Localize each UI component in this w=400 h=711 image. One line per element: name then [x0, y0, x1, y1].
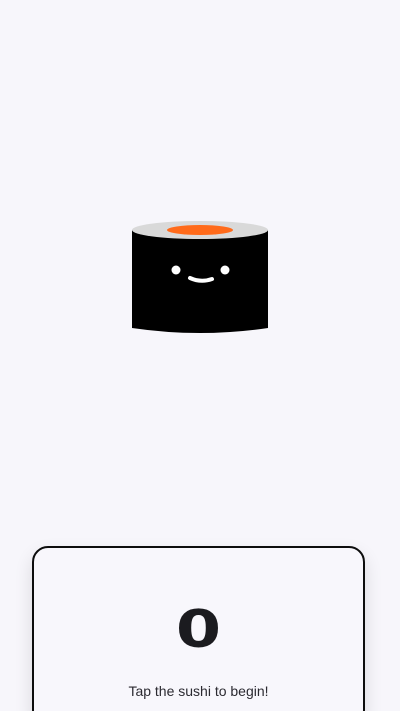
- app-screen: 0 Tap the sushi to begin!: [0, 0, 400, 711]
- tap-count: 0: [175, 600, 222, 660]
- sushi-roll-icon: [132, 221, 268, 333]
- salmon-filling: [167, 225, 233, 235]
- left-eye: [171, 265, 181, 275]
- right-eye: [220, 265, 230, 275]
- sushi-tap-button[interactable]: [126, 214, 274, 338]
- tap-counter-card: 0 Tap the sushi to begin!: [32, 546, 365, 711]
- start-hint: Tap the sushi to begin!: [128, 683, 269, 699]
